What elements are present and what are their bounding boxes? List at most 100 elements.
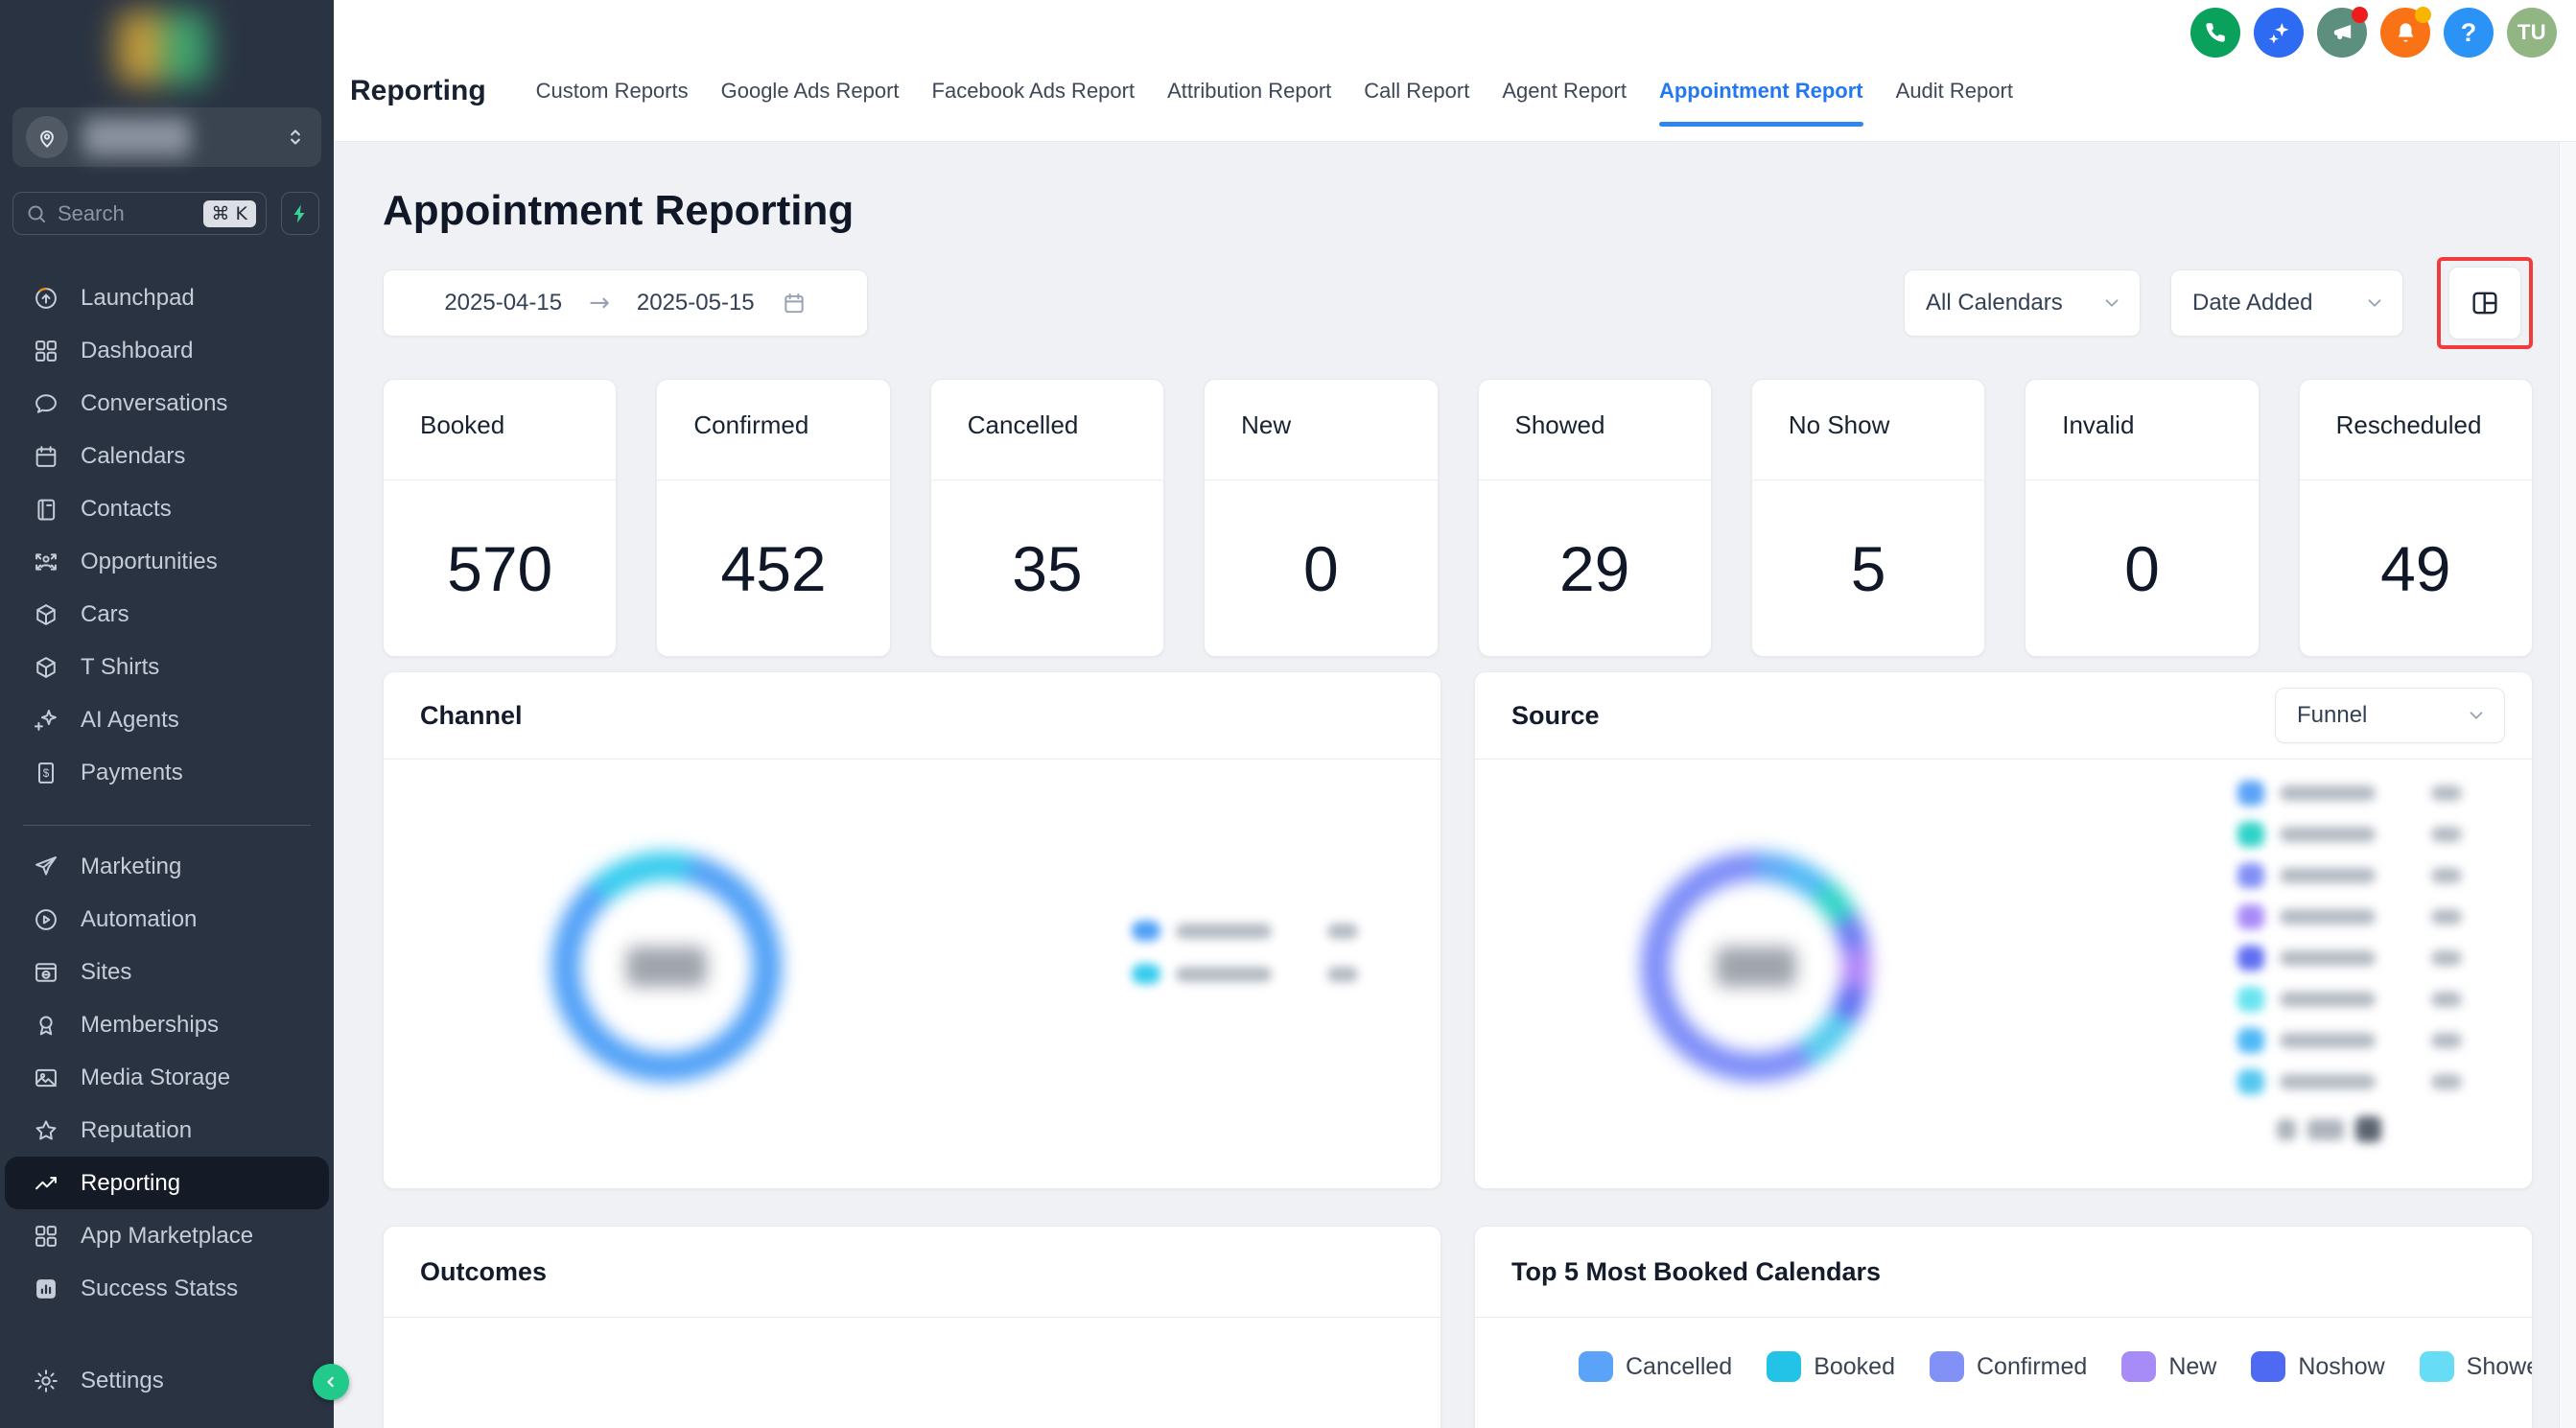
sidebar-item-cars[interactable]: Cars [5, 588, 329, 641]
tab-google-ads-report[interactable]: Google Ads Report [721, 79, 900, 104]
avatar-initials: TU [2517, 20, 2546, 45]
bell-icon [2393, 20, 2419, 46]
sidebar-item-label: Sites [81, 959, 131, 986]
stat-label: New [1205, 380, 1437, 480]
stat-card-invalid: Invalid 0 [2025, 379, 2259, 657]
legend-label: Showed [2467, 1353, 2533, 1381]
sidebar-item-memberships[interactable]: Memberships [5, 998, 329, 1051]
source-view-value: Funnel [2297, 702, 2367, 729]
account-switcher[interactable] [12, 107, 321, 167]
sidebar-item-ai-agents[interactable]: AI Agents [5, 693, 329, 746]
source-view-select[interactable]: Funnel [2275, 688, 2505, 743]
quick-actions-button[interactable] [281, 192, 319, 235]
tab-call-report[interactable]: Call Report [1364, 79, 1469, 104]
date-range-picker[interactable]: 2025-04-15 → 2025-05-15 [383, 269, 868, 337]
sidebar-item-success-statss[interactable]: Success Statss [5, 1262, 329, 1315]
sidebar-item-tshirts[interactable]: T Shirts [5, 641, 329, 693]
legend-swatch [1579, 1351, 1613, 1382]
phone-button[interactable] [2190, 8, 2240, 58]
calendars-filter-select[interactable]: All Calendars [1904, 269, 2141, 337]
star-icon [32, 1116, 60, 1145]
search-input[interactable] [58, 201, 203, 226]
sidebar-item-dashboard[interactable]: Dashboard [5, 324, 329, 377]
svg-text:$: $ [43, 767, 50, 780]
sparkles-icon [2266, 20, 2292, 46]
charts-row: Channel Source Funnel [383, 671, 2533, 1189]
sidebar-item-settings[interactable]: Settings [5, 1354, 329, 1407]
sidebar-item-label: T Shirts [81, 654, 159, 681]
sparkle-plus-icon [32, 706, 60, 735]
legend-label: Booked [1814, 1353, 1895, 1381]
top5-legend: Cancelled Booked Confirmed New Noshow [1579, 1351, 2533, 1382]
stat-value: 452 [721, 532, 827, 605]
page-title: Appointment Reporting [383, 186, 2533, 236]
sidebar-item-label: Automation [81, 906, 197, 933]
sidebar-item-label: Reputation [81, 1117, 192, 1144]
legend-item-new: New [2121, 1351, 2216, 1382]
paper-plane-icon [32, 853, 60, 881]
sidebar-menu-primary: Launchpad Dashboard Conversations Calend… [0, 271, 334, 799]
sidebar-collapse-button[interactable] [313, 1364, 349, 1400]
sidebar-item-reputation[interactable]: Reputation [5, 1104, 329, 1157]
location-pin-icon [26, 116, 68, 158]
legend-item-booked: Booked [1767, 1351, 1895, 1382]
legend-item-showed: Showed [2420, 1351, 2533, 1382]
sidebar-item-label: Reporting [81, 1170, 180, 1197]
date-from-value[interactable]: 2025-04-15 [444, 290, 562, 316]
notifications-button[interactable] [2380, 8, 2430, 58]
announcements-button[interactable] [2317, 8, 2367, 58]
tab-agent-report[interactable]: Agent Report [1502, 79, 1627, 104]
sidebar-item-automation[interactable]: Automation [5, 893, 329, 946]
sidebar-item-sites[interactable]: Sites [5, 946, 329, 998]
layout-columns-button[interactable] [2448, 267, 2521, 339]
date-to-value[interactable]: 2025-05-15 [637, 290, 755, 316]
source-total-blurred [1716, 947, 1796, 987]
sidebar-item-app-marketplace[interactable]: App Marketplace [5, 1209, 329, 1262]
date-type-filter-value: Date Added [2192, 290, 2312, 316]
sidebar-item-label: Settings [81, 1368, 164, 1394]
stat-value: 5 [1851, 532, 1886, 605]
sidebar-item-marketing[interactable]: Marketing [5, 840, 329, 893]
sidebar-item-launchpad[interactable]: Launchpad [5, 271, 329, 324]
sidebar-item-calendars[interactable]: Calendars [5, 430, 329, 482]
account-name-blurred [83, 118, 191, 156]
page-section-title: Reporting [350, 75, 486, 107]
date-type-filter-select[interactable]: Date Added [2170, 269, 2403, 337]
calendars-filter-value: All Calendars [1926, 290, 2063, 316]
legend-swatch [1767, 1351, 1801, 1382]
stat-value: 35 [1012, 532, 1082, 605]
notebook-icon [32, 495, 60, 524]
help-button[interactable]: ? [2444, 8, 2494, 58]
tab-attribution-report[interactable]: Attribution Report [1167, 79, 1331, 104]
sidebar-menu-footer: Settings [0, 1354, 334, 1407]
search-shortcut-badge: ⌘ K [203, 200, 257, 227]
sidebar-item-conversations[interactable]: Conversations [5, 377, 329, 430]
sidebar-item-reporting[interactable]: Reporting [5, 1157, 329, 1209]
topbar-icon-cluster: ? TU [2190, 8, 2557, 58]
legend-label: Confirmed [1977, 1353, 2087, 1381]
tab-appointment-report[interactable]: Appointment Report [1659, 79, 1863, 104]
sidebar-item-label: Memberships [81, 1012, 219, 1039]
tab-custom-reports[interactable]: Custom Reports [536, 79, 689, 104]
gear-icon [32, 1367, 60, 1395]
stat-cards-row: Booked 570 Confirmed 452 Cancelled 35 Ne… [383, 379, 2533, 657]
user-avatar[interactable]: TU [2507, 8, 2557, 58]
sidebar-item-opportunities[interactable]: Opportunities [5, 535, 329, 588]
stat-label: Showed [1479, 380, 1711, 480]
stat-value: 0 [1303, 532, 1339, 605]
ai-assistant-button[interactable] [2254, 8, 2304, 58]
sidebar-item-contacts[interactable]: Contacts [5, 482, 329, 535]
search-icon [25, 202, 48, 225]
tab-facebook-ads-report[interactable]: Facebook Ads Report [932, 79, 1136, 104]
source-legend-blurred [2237, 781, 2462, 1094]
source-legend-pagination-blurred[interactable] [2277, 1116, 2381, 1142]
sidebar-item-payments[interactable]: $ Payments [5, 746, 329, 799]
scrollbar-track[interactable] [2559, 142, 2576, 1428]
channel-card-title: Channel [420, 701, 523, 731]
sidebar-item-media-storage[interactable]: Media Storage [5, 1051, 329, 1104]
stat-card-confirmed: Confirmed 452 [656, 379, 890, 657]
sidebar-divider [23, 825, 311, 826]
tab-audit-report[interactable]: Audit Report [1896, 79, 2013, 104]
legend-label: Cancelled [1626, 1353, 1732, 1381]
stat-card-showed: Showed 29 [1478, 379, 1712, 657]
